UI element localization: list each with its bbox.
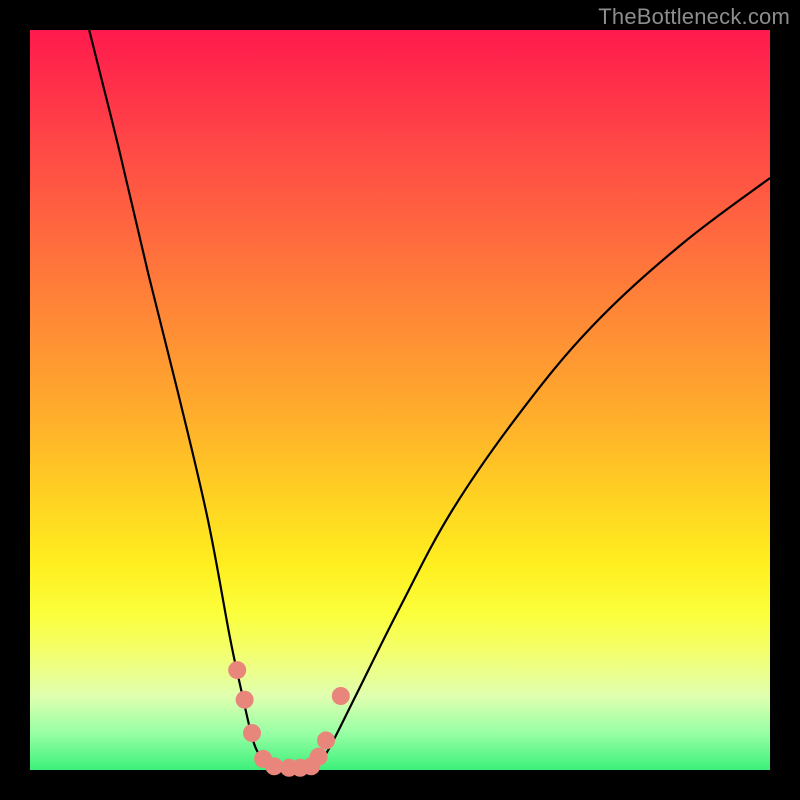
watermark-text: TheBottleneck.com [598,4,790,30]
chart-frame: TheBottleneck.com [0,0,800,800]
gradient-plot-area [30,30,770,770]
